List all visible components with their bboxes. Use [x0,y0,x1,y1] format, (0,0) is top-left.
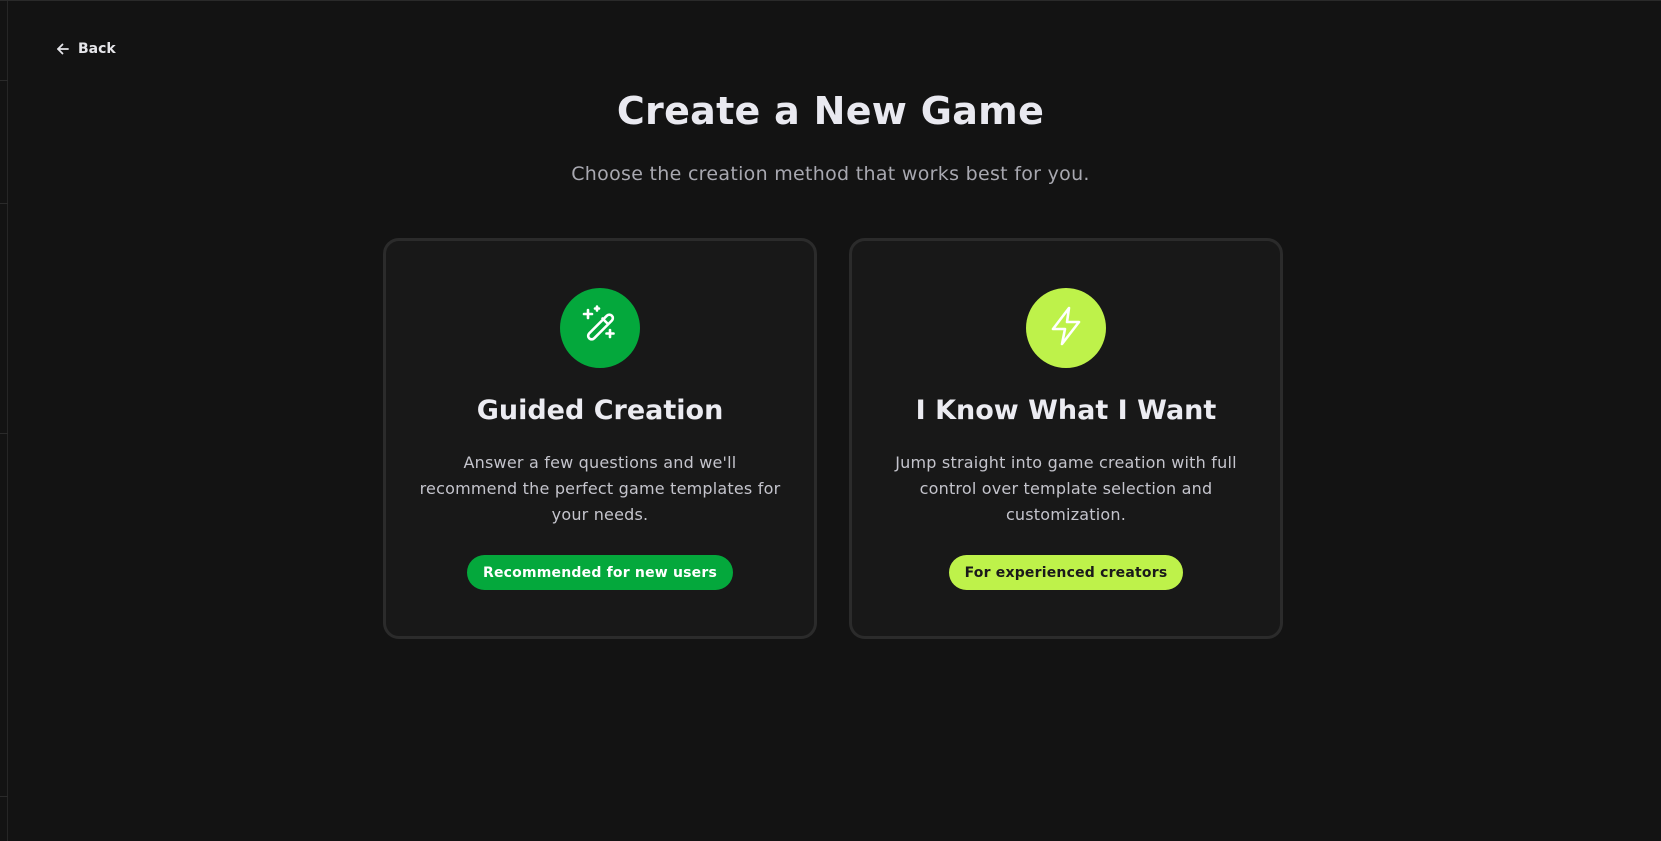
arrow-left-icon [56,42,70,56]
back-label: Back [78,41,116,57]
page-title: Create a New Game [616,89,1045,133]
create-game-page: Back Create a New Game Choose the creati… [0,0,1661,841]
guided-creation-title: Guided Creation [476,395,724,426]
know-what-i-want-card[interactable]: I Know What I Want Jump straight into ga… [849,238,1283,639]
rail-divider [0,203,8,204]
magic-wand-icon [578,304,622,352]
guided-creation-card[interactable]: Guided Creation Answer a few questions a… [383,238,817,639]
new-users-badge: Recommended for new users [466,555,734,590]
rail-divider [0,796,8,797]
rail-divider [0,80,8,81]
experienced-creators-badge: For experienced creators [948,555,1184,590]
page-subtitle: Choose the creation method that works be… [571,163,1090,185]
creation-method-options: Guided Creation Answer a few questions a… [383,238,1283,639]
know-what-i-want-title: I Know What I Want [915,395,1217,426]
back-button[interactable]: Back [56,41,116,57]
know-what-i-want-icon-badge [1026,288,1106,368]
guided-creation-description: Answer a few questions and we'll recomme… [419,453,781,524]
lightning-bolt-icon [1044,304,1088,352]
guided-creation-icon-badge [560,288,640,368]
rail-divider [0,433,8,434]
know-what-i-want-description: Jump straight into game creation with fu… [895,453,1237,524]
